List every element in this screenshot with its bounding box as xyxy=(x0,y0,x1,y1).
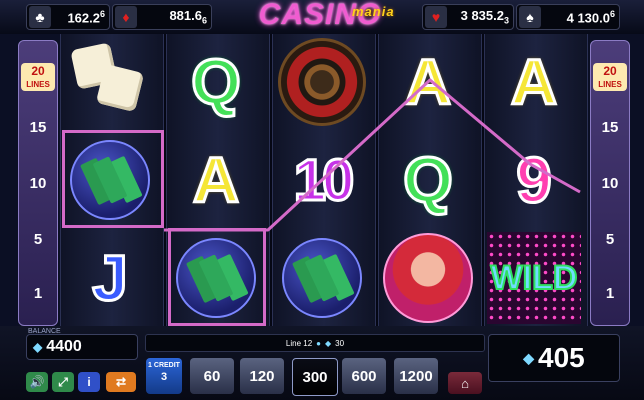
right-line-panel: 20 LINES 15 10 5 1 xyxy=(590,40,630,326)
line-number[interactable]: 10 xyxy=(19,175,57,192)
line-number[interactable]: 5 xyxy=(591,231,629,248)
line-number[interactable]: 1 xyxy=(19,285,57,302)
info-bar: Line 12 ● ◆ 30 xyxy=(145,334,485,352)
spades-icon: ♠ xyxy=(519,6,541,28)
jackpot-value: 881.66 xyxy=(169,8,207,26)
home-icon[interactable]: ⌂ xyxy=(448,372,482,394)
jackpot-diamonds: ♦ 881.66 xyxy=(112,4,212,30)
credit-selector[interactable]: 1 CREDIT 3 xyxy=(146,358,182,394)
balance-display: ◆ 4400 xyxy=(26,334,138,360)
lines-badge: 20 LINES xyxy=(593,63,627,91)
jackpot-value: 4 130.06 xyxy=(566,8,615,26)
line-number[interactable]: 1 xyxy=(591,285,629,302)
jackpot-clubs: ♣ 162.26 xyxy=(26,4,110,30)
line-number[interactable]: 5 xyxy=(19,231,57,248)
game-logo: CASINO mania xyxy=(220,0,420,38)
jackpot-value: 3 835.23 xyxy=(460,8,509,26)
diamond-icon: ◆ xyxy=(523,349,535,366)
jackpot-spades: ♠ 4 130.06 xyxy=(516,4,620,30)
info-icon[interactable]: i xyxy=(78,372,100,392)
autoplay-icon[interactable]: ⇄ xyxy=(106,372,136,392)
line-number[interactable]: 15 xyxy=(591,119,629,136)
speaker-icon[interactable]: 🔊 xyxy=(26,372,48,392)
line-number[interactable]: 15 xyxy=(19,119,57,136)
lines-badge: 20 LINES xyxy=(21,63,55,91)
bet-button-1200[interactable]: 1200 xyxy=(394,358,438,394)
left-line-panel: 20 LINES 15 10 5 1 xyxy=(18,40,58,326)
hearts-icon: ♥ xyxy=(425,6,447,28)
win-display: ◆ 405 xyxy=(488,334,620,382)
bet-button-300[interactable]: 300 xyxy=(292,358,338,396)
payline-12 xyxy=(164,78,581,232)
fullscreen-icon[interactable]: ⤢ xyxy=(52,372,74,392)
diamond-icon: ◆ xyxy=(33,340,43,354)
money-ball-mini-icon: ● xyxy=(316,338,322,348)
jackpot-hearts: ♥ 3 835.23 xyxy=(422,4,514,30)
line-number[interactable]: 10 xyxy=(591,175,629,192)
diamond-icon: ◆ xyxy=(325,338,332,348)
line-win-amount: 30 xyxy=(335,338,345,348)
clubs-icon: ♣ xyxy=(29,6,51,28)
reel-area: J Q A 10 A Q A 9 WILD xyxy=(60,34,588,326)
jackpot-value: 162.26 xyxy=(67,8,105,26)
bet-button-60[interactable]: 60 xyxy=(190,358,234,394)
diamonds-icon: ♦ xyxy=(115,6,137,28)
bet-button-120[interactable]: 120 xyxy=(240,358,284,394)
bet-button-600[interactable]: 600 xyxy=(342,358,386,394)
line-info: Line 12 xyxy=(285,338,313,348)
logo-script: mania xyxy=(352,4,395,19)
balance-value: 4400 xyxy=(46,338,82,355)
win-value: 405 xyxy=(538,342,585,373)
